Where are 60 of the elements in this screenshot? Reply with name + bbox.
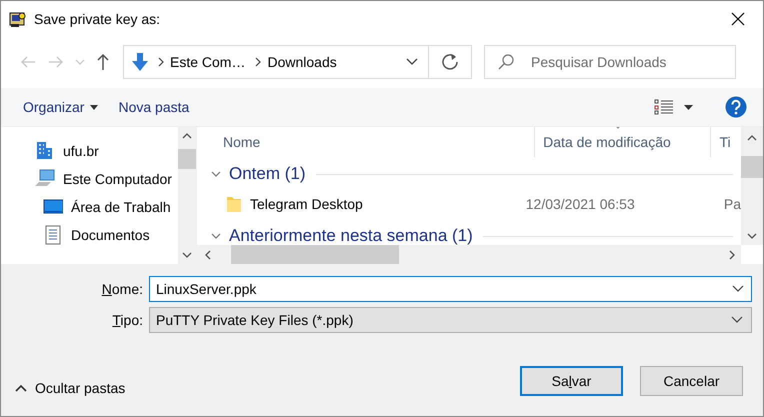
breadcrumb-item[interactable]: Downloads [267, 54, 337, 70]
file-name-field[interactable]: LinuxServer.ppk [149, 276, 752, 302]
download-arrow-icon [132, 53, 148, 71]
field-label: Nome: [100, 281, 144, 297]
cancel-button[interactable]: Cancelar [640, 366, 743, 396]
sidebar-item[interactable]: Este Computador [1, 169, 178, 189]
key-app-icon [9, 10, 27, 28]
chevron-right-icon [158, 57, 164, 67]
chevron-right-icon [729, 250, 735, 260]
field-label: Tipo: [111, 312, 144, 328]
up-arrow-icon[interactable] [95, 53, 111, 71]
chevron-up-icon [747, 135, 757, 141]
close-icon [731, 12, 745, 26]
help-icon[interactable] [725, 96, 747, 118]
chevron-up-icon [182, 133, 192, 139]
caret-icon [90, 104, 98, 110]
refresh-button[interactable] [429, 45, 472, 79]
search-field[interactable]: Pesquisar Downloads [484, 45, 736, 79]
caret-icon [684, 104, 693, 110]
sidebar-item[interactable]: ufu.br [1, 141, 178, 161]
folder-icon [227, 196, 241, 212]
group-header[interactable]: Anteriormente nesta semana (1) [229, 226, 473, 245]
chevron-up-icon [15, 384, 27, 392]
chevron-down-icon [747, 233, 757, 239]
chevron-left-icon [205, 250, 211, 260]
building-icon [35, 141, 55, 161]
type-cell-text: Pa [722, 196, 741, 212]
column-header[interactable]: Nome [197, 127, 536, 157]
column-header[interactable]: Ti [711, 127, 741, 157]
new-folder-button[interactable]: Nova pasta [108, 95, 200, 119]
chevron-down-icon [182, 252, 192, 258]
window-title: Save private key as: [34, 10, 160, 26]
chevron-down-icon[interactable] [211, 171, 221, 177]
breadcrumb-item[interactable]: Este Com… [170, 54, 246, 70]
details-view-icon [654, 98, 674, 116]
organize-menu-button[interactable]: Organizar [13, 95, 108, 119]
scrollbar-thumb[interactable] [231, 245, 399, 264]
chevron-right-icon [255, 57, 262, 67]
chevron-down-icon [732, 285, 744, 293]
file-name[interactable]: Telegram Desktop [250, 196, 363, 212]
document-icon [43, 225, 63, 245]
chevron-down-icon [731, 316, 743, 324]
scrollbar-thumb[interactable] [178, 149, 196, 169]
computer-icon [35, 169, 55, 189]
chevron-down-icon [406, 58, 418, 66]
scrollbar[interactable] [741, 127, 763, 245]
sidebar-item[interactable]: Área de Trabalh [1, 197, 178, 217]
save-button[interactable]: Salvar [520, 366, 623, 396]
scrollbar[interactable] [178, 127, 196, 264]
date-cell-text: 12/03/2021 06:53 [524, 196, 636, 212]
refresh-icon [441, 53, 459, 71]
search-icon [498, 54, 514, 70]
group-header[interactable]: Ontem (1) [229, 164, 306, 184]
address-bar[interactable]: Este Com… Downloads [123, 45, 429, 79]
hide-folders-button[interactable]: Ocultar pastas [15, 380, 126, 396]
chevron-down-icon[interactable] [211, 233, 221, 239]
column-header[interactable]: Data de modificação [535, 127, 712, 157]
scrollbar-thumb[interactable] [741, 156, 763, 178]
file-type-dropdown[interactable]: PuTTY Private Key Files (*.ppk) [149, 307, 752, 333]
sidebar-item[interactable]: Documentos [1, 225, 178, 245]
